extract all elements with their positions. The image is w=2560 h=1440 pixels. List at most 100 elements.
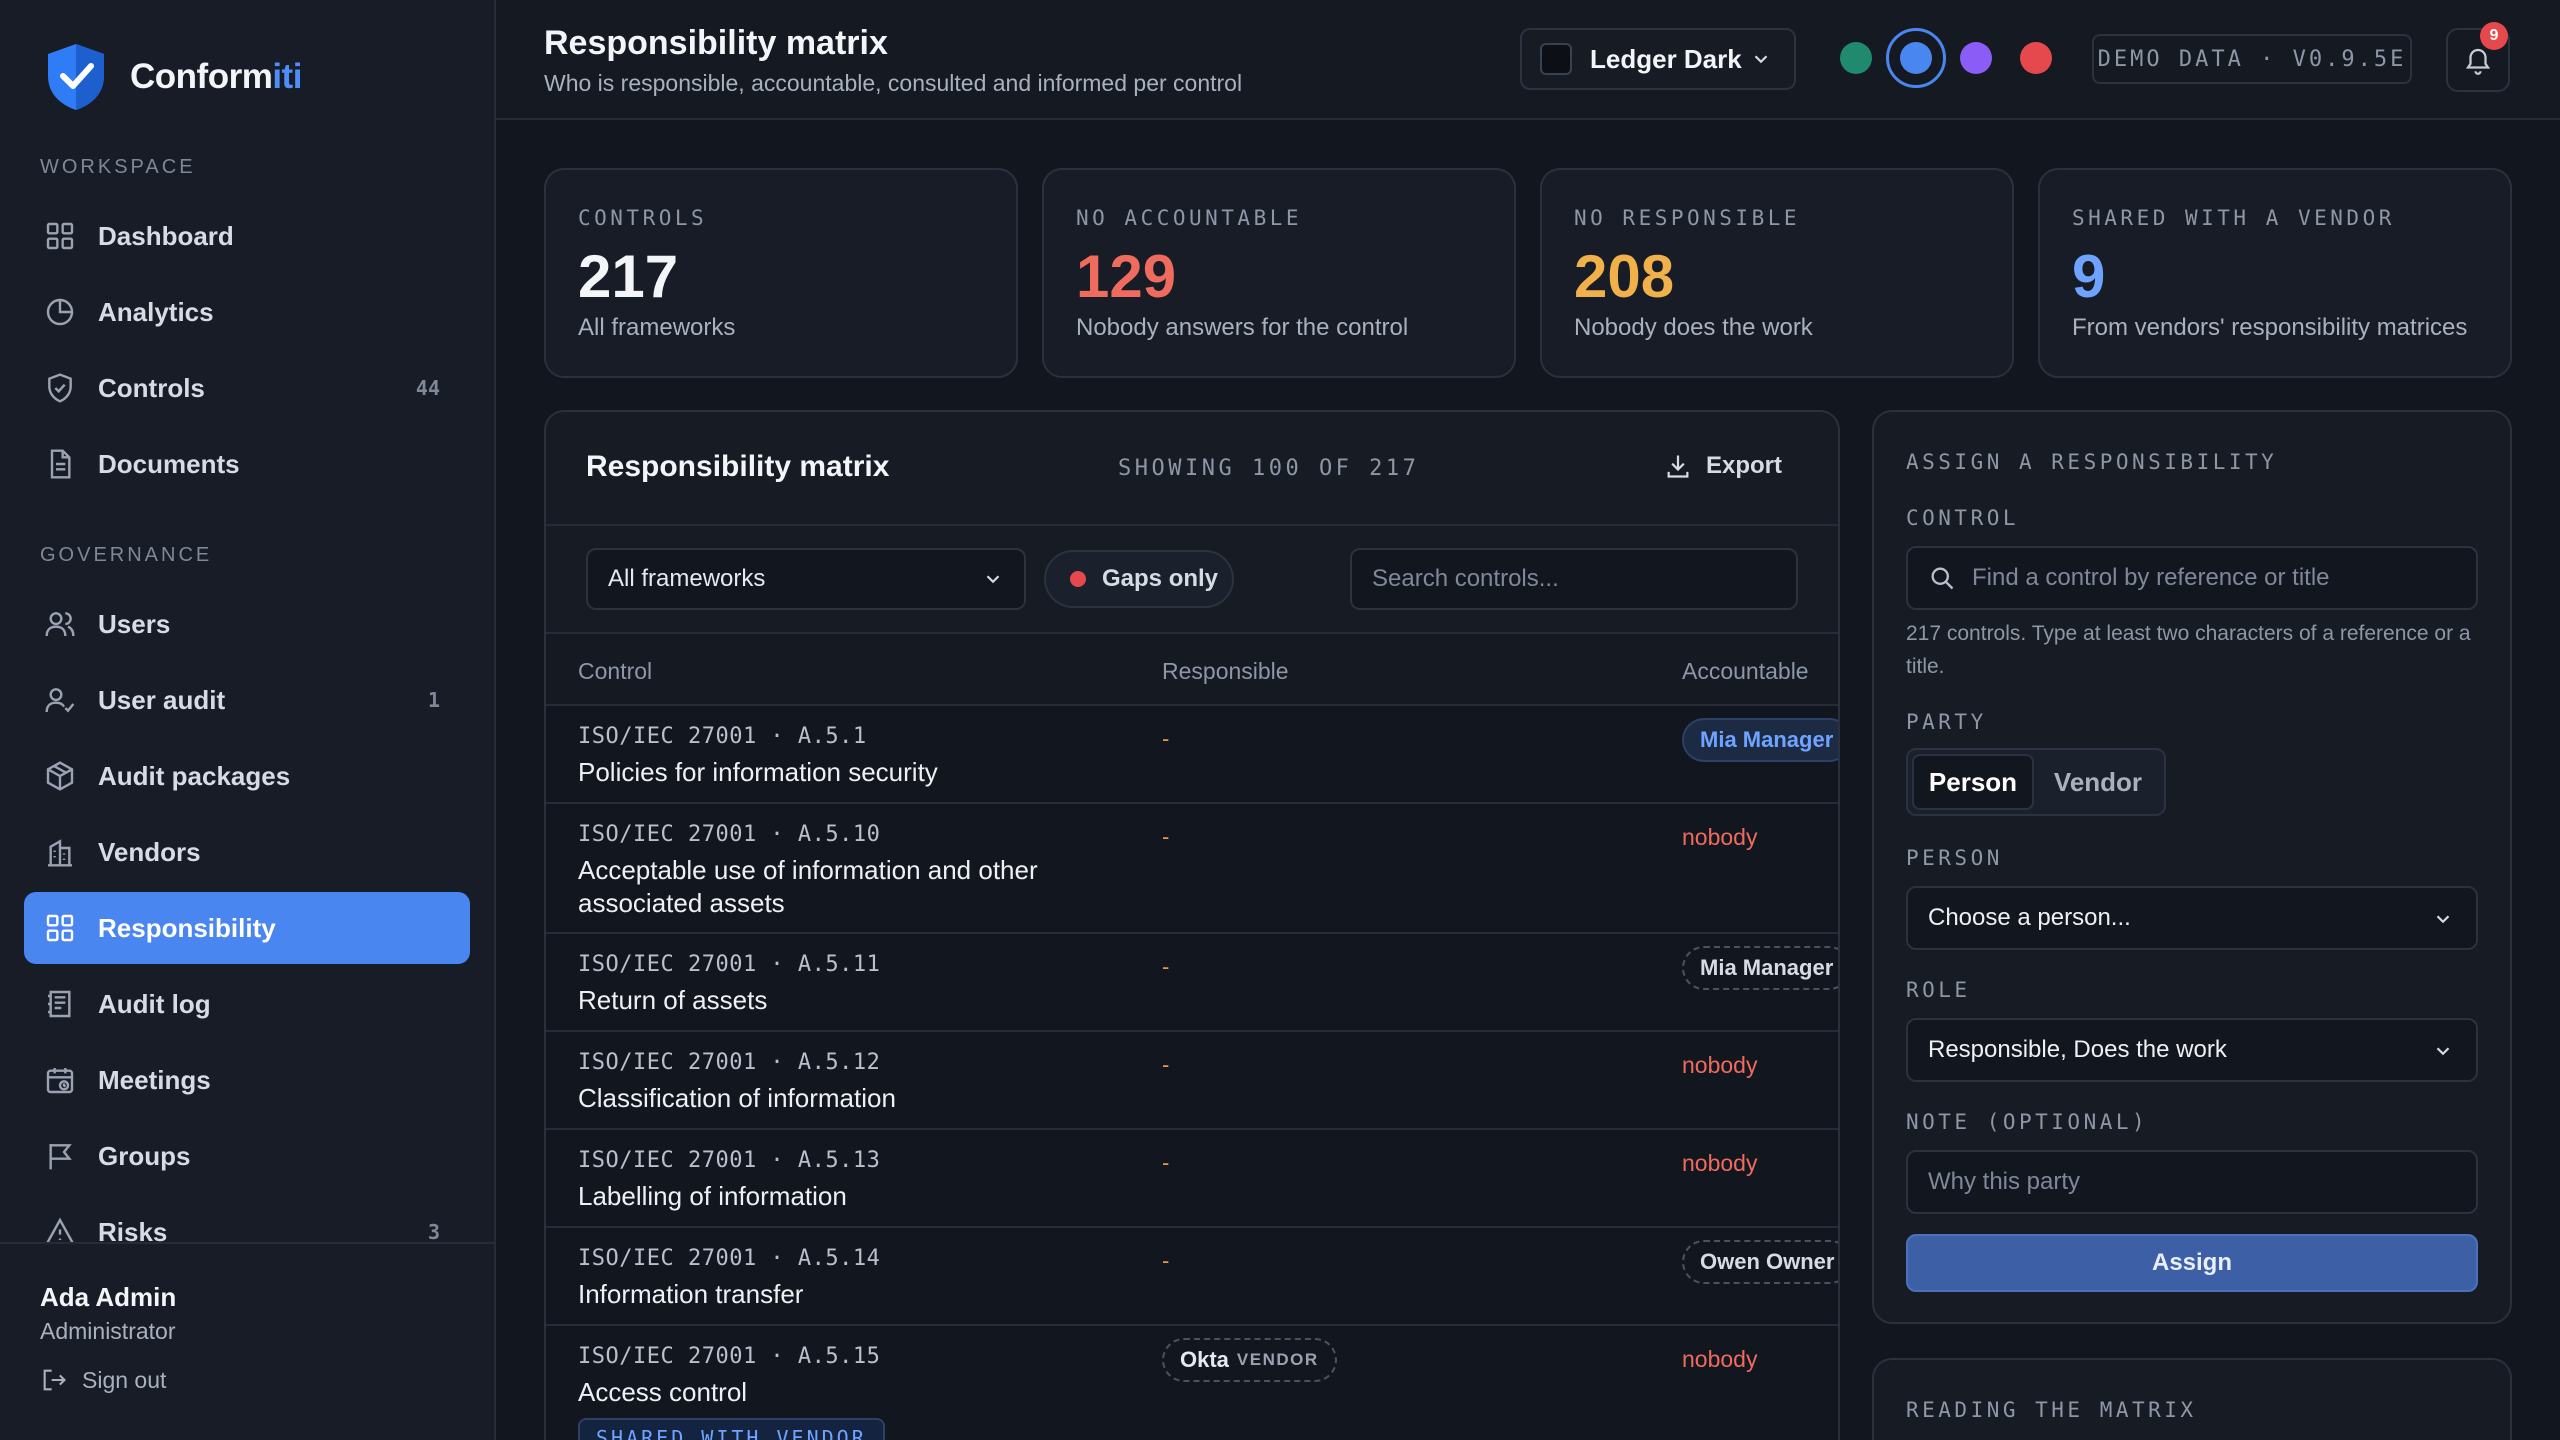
sidebar-item-label: Vendors — [98, 836, 201, 867]
control-reference: ISO/IEC 27001 · A.5.12 — [578, 1050, 881, 1075]
brand-name: Conformiti — [130, 57, 302, 96]
sidebar-item-responsibility[interactable]: Responsibility — [24, 892, 470, 964]
search-controls-input[interactable] — [1350, 548, 1798, 610]
user-check-icon — [44, 684, 76, 716]
chevron-down-icon — [1750, 48, 1772, 75]
assign-button[interactable]: Assign — [1906, 1234, 2478, 1292]
stat-card-no-accountable: NO ACCOUNTABLE 129 Nobody answers for th… — [1042, 168, 1516, 378]
control-title: Return of assets — [578, 985, 768, 1015]
stat-label: SHARED WITH A VENDOR — [2072, 206, 2395, 230]
accent-color-red[interactable] — [2020, 42, 2052, 74]
responsible-empty: - — [1162, 824, 1170, 849]
accent-color-green[interactable] — [1840, 42, 1872, 74]
party-segmented-control: Person Vendor — [1906, 748, 2166, 816]
column-header-responsible[interactable]: Responsible — [1162, 658, 1289, 685]
sidebar-item-audit-packages[interactable]: Audit packages — [24, 740, 470, 812]
table-row[interactable]: ISO/IEC 27001 · A.5.11 Return of assets … — [546, 932, 1838, 1030]
accent-color-purple[interactable] — [1960, 42, 1992, 74]
control-reference: ISO/IEC 27001 · A.5.11 — [578, 952, 881, 977]
role-label: ROLE — [1906, 978, 1971, 1002]
person-label: PERSON — [1906, 846, 2003, 870]
sidebar-item-label: User audit — [98, 684, 226, 715]
table-row[interactable]: ISO/IEC 27001 · A.5.15 Access control Ok… — [546, 1324, 1838, 1440]
stat-label: NO ACCOUNTABLE — [1076, 206, 1303, 230]
panel-title: Responsibility matrix — [586, 450, 890, 483]
party-label: PARTY — [1906, 710, 1987, 734]
person-select[interactable]: Choose a person... — [1906, 886, 2478, 950]
note-input[interactable] — [1906, 1150, 2478, 1214]
framework-filter-select[interactable]: All frameworks — [586, 548, 1026, 610]
table-row[interactable]: ISO/IEC 27001 · A.5.14 Information trans… — [546, 1226, 1838, 1324]
accountable-person-chip[interactable]: Owen Owner — [1682, 1240, 1838, 1284]
download-icon — [1667, 455, 1689, 478]
stat-label: NO RESPONSIBLE — [1574, 206, 1801, 230]
role-select[interactable]: Responsible, Does the work — [1906, 1018, 2478, 1082]
sidebar-item-label: Dashboard — [98, 220, 234, 251]
accent-color-blue[interactable] — [1900, 42, 1932, 74]
sidebar: Conformiti WORKSPACE Dashboard Analytics… — [0, 0, 496, 1440]
chevron-down-icon — [982, 568, 1004, 597]
control-title: Acceptable use of information and other … — [578, 855, 1038, 918]
table-row[interactable]: ISO/IEC 27001 · A.5.13 Labelling of info… — [546, 1128, 1838, 1226]
stat-card-no-responsible: NO RESPONSIBLE 208 Nobody does the work — [1540, 168, 2014, 378]
grid-icon — [44, 220, 76, 252]
table-header: Control Responsible Accountable — [546, 634, 1838, 706]
sidebar-item-analytics[interactable]: Analytics — [24, 276, 470, 348]
sidebar-item-user-audit[interactable]: User audit 1 — [24, 664, 470, 736]
accountable-nobody: nobody — [1682, 1052, 1758, 1078]
export-button[interactable]: Export — [1664, 452, 1782, 480]
sidebar-item-label: Controls — [98, 372, 205, 403]
count-badge: 3 — [427, 1220, 440, 1244]
log-icon — [44, 988, 76, 1020]
framework-filter-value: All frameworks — [608, 565, 766, 592]
reading-the-matrix-panel: READING THE MATRIX — [1872, 1358, 2512, 1440]
responsible-vendor-chip[interactable]: Okta VENDOR — [1162, 1338, 1337, 1382]
stat-card-shared-vendor: SHARED WITH A VENDOR 9 From vendors' res… — [2038, 168, 2512, 378]
shield-logo-icon — [48, 44, 104, 110]
sidebar-item-documents[interactable]: Documents — [24, 428, 470, 500]
governance-section-label: GOVERNANCE — [40, 544, 213, 566]
gaps-only-toggle[interactable]: Gaps only — [1044, 550, 1234, 608]
control-label: CONTROL — [1906, 506, 2020, 530]
sidebar-item-dashboard[interactable]: Dashboard — [24, 200, 470, 272]
table-row[interactable]: ISO/IEC 27001 · A.5.1 Policies for infor… — [546, 704, 1838, 802]
shield-check-icon — [44, 372, 76, 404]
sidebar-item-audit-log[interactable]: Audit log — [24, 968, 470, 1040]
divider — [546, 524, 1838, 526]
sidebar-item-meetings[interactable]: Meetings — [24, 1044, 470, 1116]
stat-description: Nobody answers for the control — [1076, 314, 1409, 341]
column-header-accountable[interactable]: Accountable — [1682, 658, 1809, 685]
sidebar-item-controls[interactable]: Controls 44 — [24, 352, 470, 424]
count-badge: 1 — [427, 688, 440, 712]
table-row[interactable]: ISO/IEC 27001 · A.5.12 Classification of… — [546, 1030, 1838, 1128]
stat-description: From vendors' responsibility matrices — [2072, 314, 2468, 341]
grid-icon — [44, 912, 76, 944]
chevron-down-icon — [2432, 908, 2454, 937]
theme-select[interactable]: Ledger Dark — [1520, 28, 1796, 90]
stat-description: All frameworks — [578, 314, 736, 341]
table-row[interactable]: ISO/IEC 27001 · A.5.10 Acceptable use of… — [546, 802, 1838, 932]
theme-swatch — [1540, 43, 1572, 75]
control-reference: ISO/IEC 27001 · A.5.15 — [578, 1344, 881, 1369]
brand-logo[interactable]: Conformiti — [44, 42, 302, 112]
panel-heading: READING THE MATRIX — [1906, 1398, 2197, 1422]
control-search-input[interactable] — [1906, 546, 2478, 610]
party-option-person[interactable]: Person — [1912, 754, 2034, 810]
sidebar-item-vendors[interactable]: Vendors — [24, 816, 470, 888]
person-select-value: Choose a person... — [1928, 904, 2131, 931]
search-icon — [1928, 564, 1956, 597]
accountable-person-chip[interactable]: Mia Manager — [1682, 946, 1838, 990]
control-reference: ISO/IEC 27001 · A.5.10 — [578, 822, 881, 847]
sidebar-item-users[interactable]: Users — [24, 588, 470, 660]
sidebar-item-groups[interactable]: Groups — [24, 1120, 470, 1192]
sidebar-item-label: Documents — [98, 448, 240, 479]
party-option-vendor[interactable]: Vendor — [2038, 754, 2158, 810]
theme-label: Ledger Dark — [1590, 43, 1742, 74]
responsible-empty: - — [1162, 1248, 1170, 1273]
sign-out-link[interactable]: Sign out — [40, 1366, 166, 1394]
user-role: Administrator — [40, 1318, 176, 1344]
accountable-person-chip[interactable]: Mia Manager — [1682, 718, 1838, 762]
panel-heading: ASSIGN A RESPONSIBILITY — [1906, 450, 2278, 474]
column-header-control[interactable]: Control — [578, 658, 652, 685]
stat-card-controls: CONTROLS 217 All frameworks — [544, 168, 1018, 378]
